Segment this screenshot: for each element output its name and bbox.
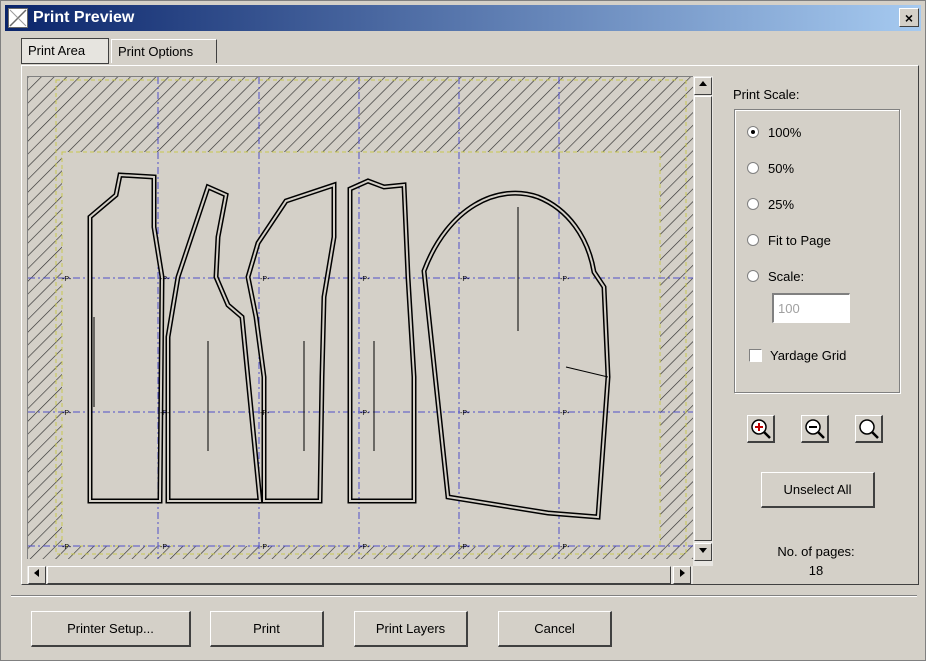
unselect-all-label: Unselect All (783, 482, 852, 497)
print-scale-label: Print Scale: (733, 87, 800, 102)
tab-print-area[interactable]: Print Area (21, 38, 109, 64)
horizontal-scrollbar[interactable] (27, 566, 693, 584)
radio-label: 100% (768, 124, 802, 140)
print-preview-canvas[interactable]: -P- -P- -P- -P- -P- -P- -P- -P- -P- -P- -P- -P- -P… (27, 76, 693, 559)
arrow-right-icon (680, 569, 685, 577)
zoom-out-button[interactable] (801, 415, 829, 443)
tab-label: Print Options (118, 44, 194, 59)
print-layers-button[interactable]: Print Layers (354, 611, 468, 647)
svg-text:-P-: -P- (360, 276, 370, 283)
window-title: Print Preview (33, 9, 135, 26)
app-icon (8, 8, 28, 28)
arrow-down-icon (699, 548, 707, 553)
radio-button[interactable] (747, 270, 759, 282)
print-layers-label: Print Layers (375, 621, 446, 636)
svg-text:-P-: -P- (260, 410, 270, 417)
arrow-up-icon (699, 81, 707, 86)
printer-setup-label: Printer Setup... (67, 621, 154, 636)
radio-button[interactable] (747, 234, 759, 246)
title-bar[interactable]: Print Preview × (5, 5, 921, 31)
radio-fit-to-page[interactable]: Fit to Page (747, 230, 831, 250)
close-icon: × (904, 10, 914, 26)
svg-text:-P-: -P- (360, 544, 370, 551)
yardage-grid-checkbox[interactable] (749, 348, 762, 362)
radio-50-percent[interactable]: 50% (747, 158, 794, 178)
svg-text:-P-: -P- (160, 276, 170, 283)
vertical-scroll-thumb[interactable] (694, 96, 712, 541)
pattern-layout: -P- -P- -P- -P- -P- -P- -P- -P- -P- -P- -P- -P- -P… (28, 77, 693, 559)
svg-text:-P-: -P- (560, 544, 570, 551)
svg-text:-P-: -P- (260, 276, 270, 283)
svg-text:-P-: -P- (260, 544, 270, 551)
svg-text:-P-: -P- (62, 276, 72, 283)
svg-text:-P-: -P- (160, 544, 170, 551)
scroll-up-button[interactable] (694, 77, 712, 95)
print-preview-dialog: Print Preview × Print Area Print Options (0, 0, 926, 661)
radio-button[interactable] (747, 126, 759, 138)
horizontal-scroll-thumb[interactable] (47, 566, 671, 584)
scroll-left-button[interactable] (28, 566, 46, 584)
svg-text:-P-: -P- (560, 410, 570, 417)
radio-button[interactable] (747, 162, 759, 174)
zoom-fit-button[interactable] (855, 415, 883, 443)
svg-text:-P-: -P- (460, 276, 470, 283)
print-button[interactable]: Print (210, 611, 324, 647)
radio-100-percent[interactable]: 100% (747, 122, 801, 142)
zoom-out-icon (805, 419, 825, 439)
svg-text:-P-: -P- (160, 410, 170, 417)
scale-value-input[interactable] (772, 293, 850, 323)
radio-25-percent[interactable]: 25% (747, 194, 794, 214)
scroll-down-button[interactable] (694, 543, 712, 561)
radio-label: Fit to Page (768, 232, 831, 248)
radio-label: Scale: (768, 268, 805, 284)
svg-text:-P-: -P- (360, 410, 370, 417)
radio-label: 50% (768, 160, 795, 176)
zoom-in-icon (751, 419, 771, 439)
close-button[interactable]: × (899, 8, 919, 27)
svg-text:-P-: -P- (62, 410, 72, 417)
radio-custom-scale[interactable]: Scale: (747, 266, 804, 286)
tab-label: Print Area (28, 43, 86, 58)
zoom-in-button[interactable] (747, 415, 775, 443)
printer-setup-button[interactable]: Printer Setup... (31, 611, 191, 647)
svg-text:-P-: -P- (62, 544, 72, 551)
radio-label: 25% (768, 196, 795, 212)
zoom-fit-icon (859, 419, 879, 439)
radio-button[interactable] (747, 198, 759, 210)
vertical-scrollbar[interactable] (693, 76, 713, 566)
cancel-label: Cancel (534, 621, 575, 636)
scroll-right-button[interactable] (673, 566, 691, 584)
svg-text:-P-: -P- (460, 544, 470, 551)
print-label: Print (253, 621, 280, 636)
unselect-all-button[interactable]: Unselect All (761, 472, 875, 508)
svg-text:-P-: -P- (460, 410, 470, 417)
svg-text:-P-: -P- (560, 276, 570, 283)
footer-divider (11, 595, 917, 597)
tab-print-options[interactable]: Print Options (111, 39, 217, 63)
cancel-button[interactable]: Cancel (498, 611, 612, 647)
yardage-grid-label: Yardage Grid (770, 347, 847, 363)
arrow-left-icon (34, 569, 39, 577)
yardage-grid-checkbox-row[interactable]: Yardage Grid (749, 345, 846, 365)
pages-count-value: 18 (808, 563, 824, 578)
pages-count-label: No. of pages: (777, 544, 855, 559)
